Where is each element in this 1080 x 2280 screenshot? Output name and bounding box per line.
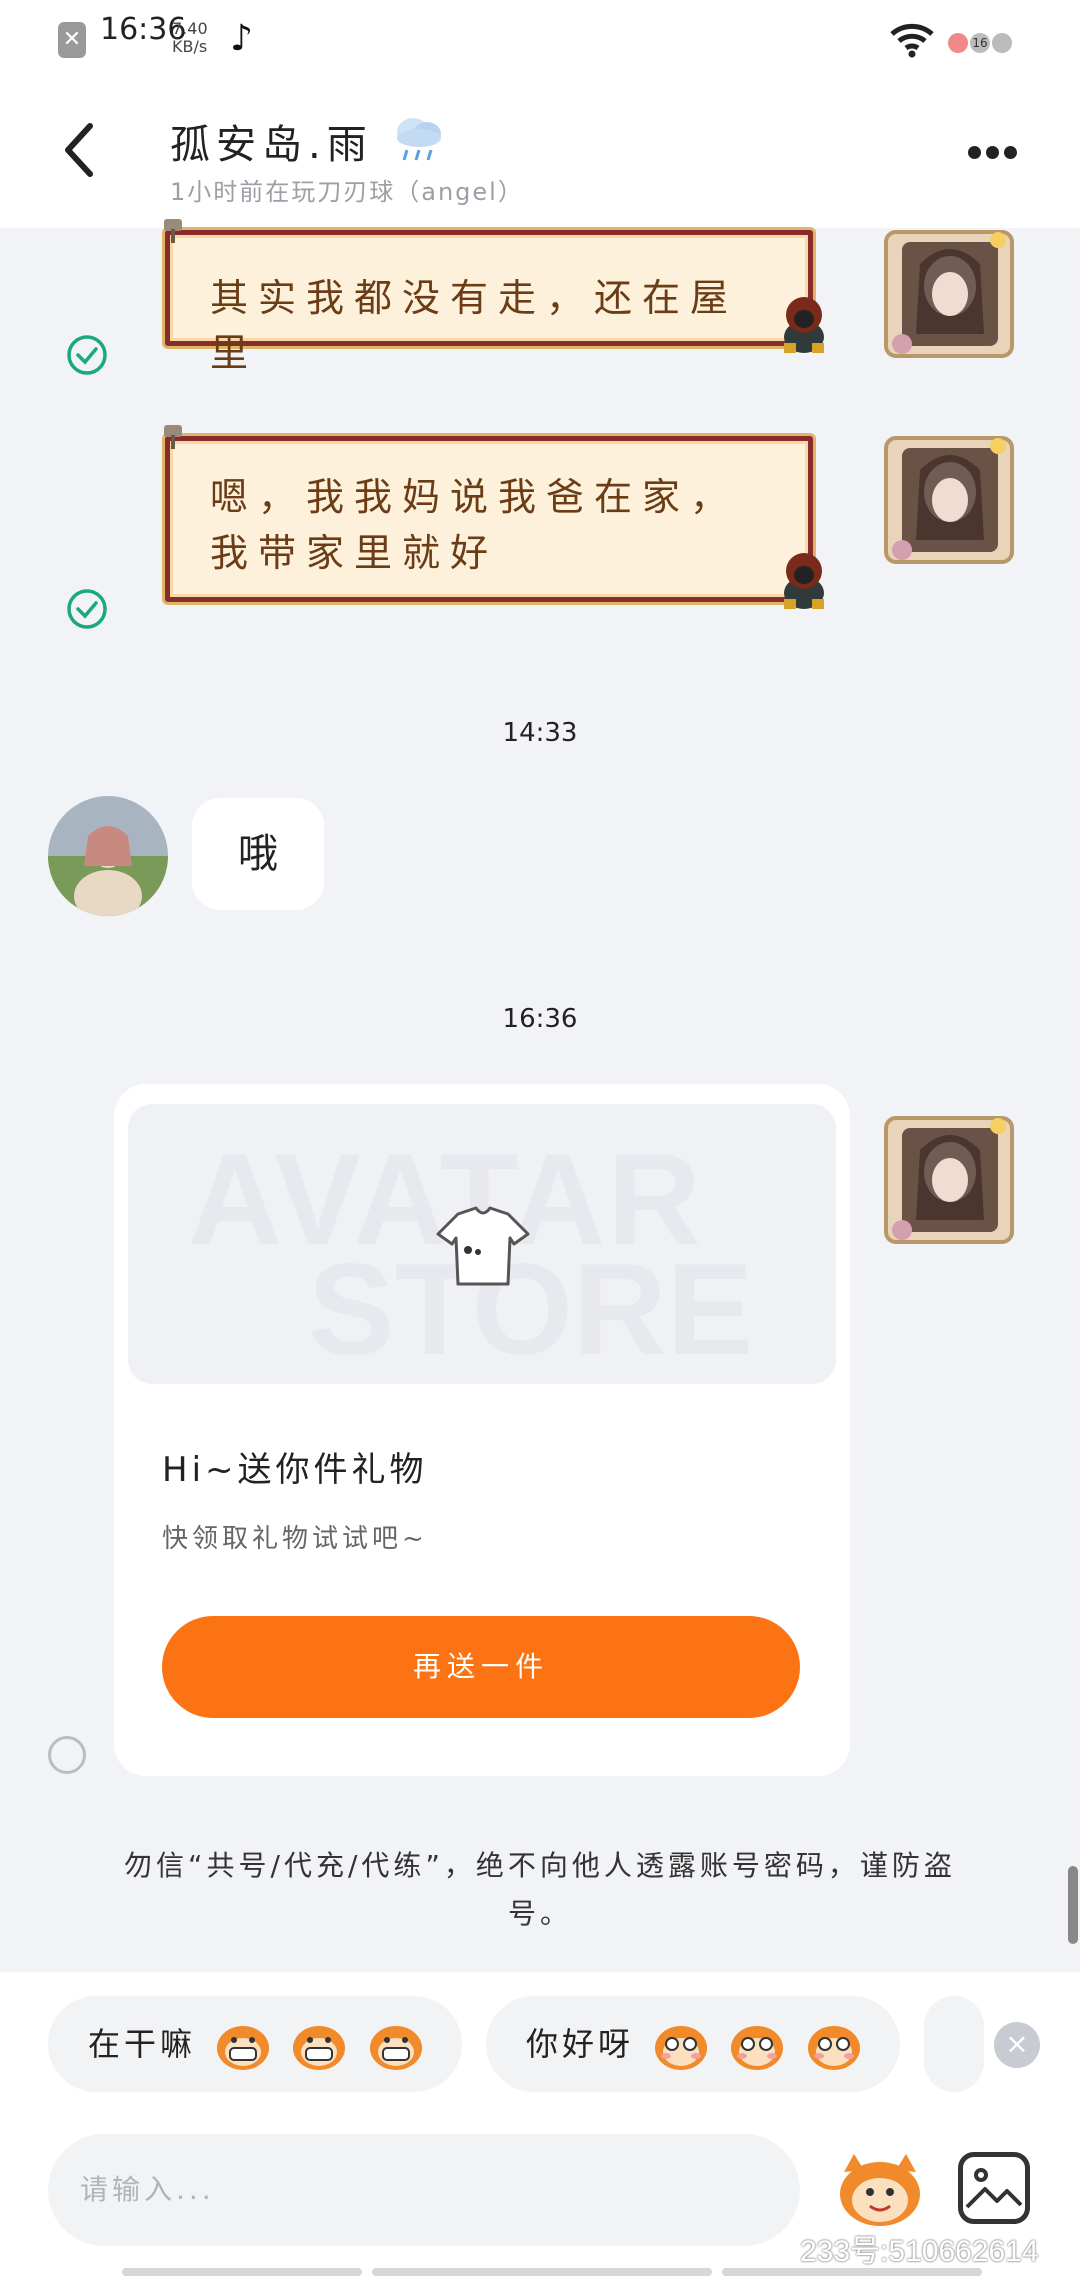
close-notification-icon: ✕ (58, 22, 86, 58)
contact-avatar[interactable] (48, 796, 168, 916)
shy-monkey-icon (655, 2026, 708, 2070)
quick-reply-label: 在干嘛 (88, 2025, 197, 2063)
my-avatar[interactable] (880, 224, 1020, 364)
pin-decoration-icon (164, 219, 182, 243)
avatar-frame-icon (884, 230, 1014, 358)
message-text: 嗯，我我妈说我爸在家，我带家里就好 (210, 475, 739, 575)
message-text: 其实我都没有走，还在屋里 (210, 276, 739, 375)
gift-banner: AVATAR STORE (128, 1104, 836, 1384)
chat-header (0, 80, 1080, 228)
notification-count-badge: 16 (970, 32, 990, 53)
read-check-icon (67, 589, 107, 629)
gesture-bar (122, 2268, 362, 2276)
avatar-frame-icon (884, 436, 1014, 564)
back-arrow-icon[interactable] (60, 120, 100, 180)
more-options-icon[interactable] (968, 144, 1022, 163)
quick-reply-chip[interactable]: 你好呀 (486, 1996, 900, 2092)
contact-name-text: 孤安岛.雨 (170, 122, 373, 168)
grinning-monkey-icon (369, 2026, 422, 2070)
wifi-icon (890, 23, 934, 58)
gift-subtitle: 快领取礼物试试吧~ (162, 1524, 428, 1554)
source-watermark: 233号:510662614 (800, 2235, 1039, 2268)
message-bubble-incoming[interactable]: 哦 (192, 798, 324, 910)
speed-unit: KB/s (172, 37, 208, 56)
timestamp: 16:36 (502, 1004, 578, 1034)
emoji-mascot-button-icon[interactable] (830, 2150, 930, 2230)
my-avatar[interactable] (880, 430, 1020, 570)
speed-value: 7.40 (172, 19, 208, 38)
gesture-bar (722, 2268, 982, 2276)
shy-monkey-icon (731, 2026, 784, 2070)
presence-status: 1小时前在玩刀刃球（angel） (170, 178, 524, 206)
message-input[interactable]: 请输入... (48, 2134, 800, 2246)
tshirt-gift-icon (436, 1206, 530, 1286)
network-speed: 7.40 KB/s (172, 20, 208, 56)
pin-decoration-icon (164, 425, 182, 449)
contact-name[interactable]: 孤安岛.雨 (170, 112, 447, 170)
quick-reply-chip-partial[interactable] (924, 1996, 984, 2092)
timestamp: 14:33 (502, 718, 578, 748)
tiktok-icon: ♪ (230, 18, 253, 59)
contact-photo-icon (48, 796, 168, 916)
security-warning: 勿信“共号/代充/代练”，绝不向他人透露账号密码，谨防盗号。 (124, 1849, 956, 1930)
message-bubble-outgoing[interactable]: 嗯，我我妈说我爸在家，我带家里就好 (164, 425, 824, 609)
knight-sticker-icon (784, 553, 824, 609)
select-message-radio[interactable] (48, 1736, 86, 1774)
knight-sticker-icon (784, 297, 824, 353)
image-picker-icon[interactable] (958, 2152, 1030, 2224)
read-check-icon (67, 335, 107, 375)
avatar-frame-icon (884, 1116, 1014, 1244)
gift-title: Hi~送你件礼物 (162, 1450, 428, 1490)
gesture-bar (372, 2268, 712, 2276)
grey-dot-icon (992, 32, 1012, 53)
grinning-monkey-icon (293, 2026, 346, 2070)
rain-cloud-icon (397, 118, 442, 161)
close-quick-replies-icon[interactable]: × (994, 2022, 1040, 2068)
send-another-button[interactable]: 再送一件 (162, 1616, 800, 1718)
grinning-monkey-icon (217, 2026, 270, 2070)
status-indicators: 16 (948, 32, 1014, 53)
red-dot-icon (948, 32, 968, 53)
my-avatar[interactable] (880, 1110, 1020, 1250)
quick-reply-chip[interactable]: 在干嘛 (48, 1996, 462, 2092)
scrollbar[interactable] (1068, 1866, 1078, 1944)
quick-reply-label: 你好呀 (526, 2025, 635, 2063)
shy-monkey-icon (807, 2026, 860, 2070)
message-bubble-outgoing[interactable]: 其实我都没有走，还在屋里 (164, 219, 824, 375)
image-icon (965, 2168, 1023, 2209)
